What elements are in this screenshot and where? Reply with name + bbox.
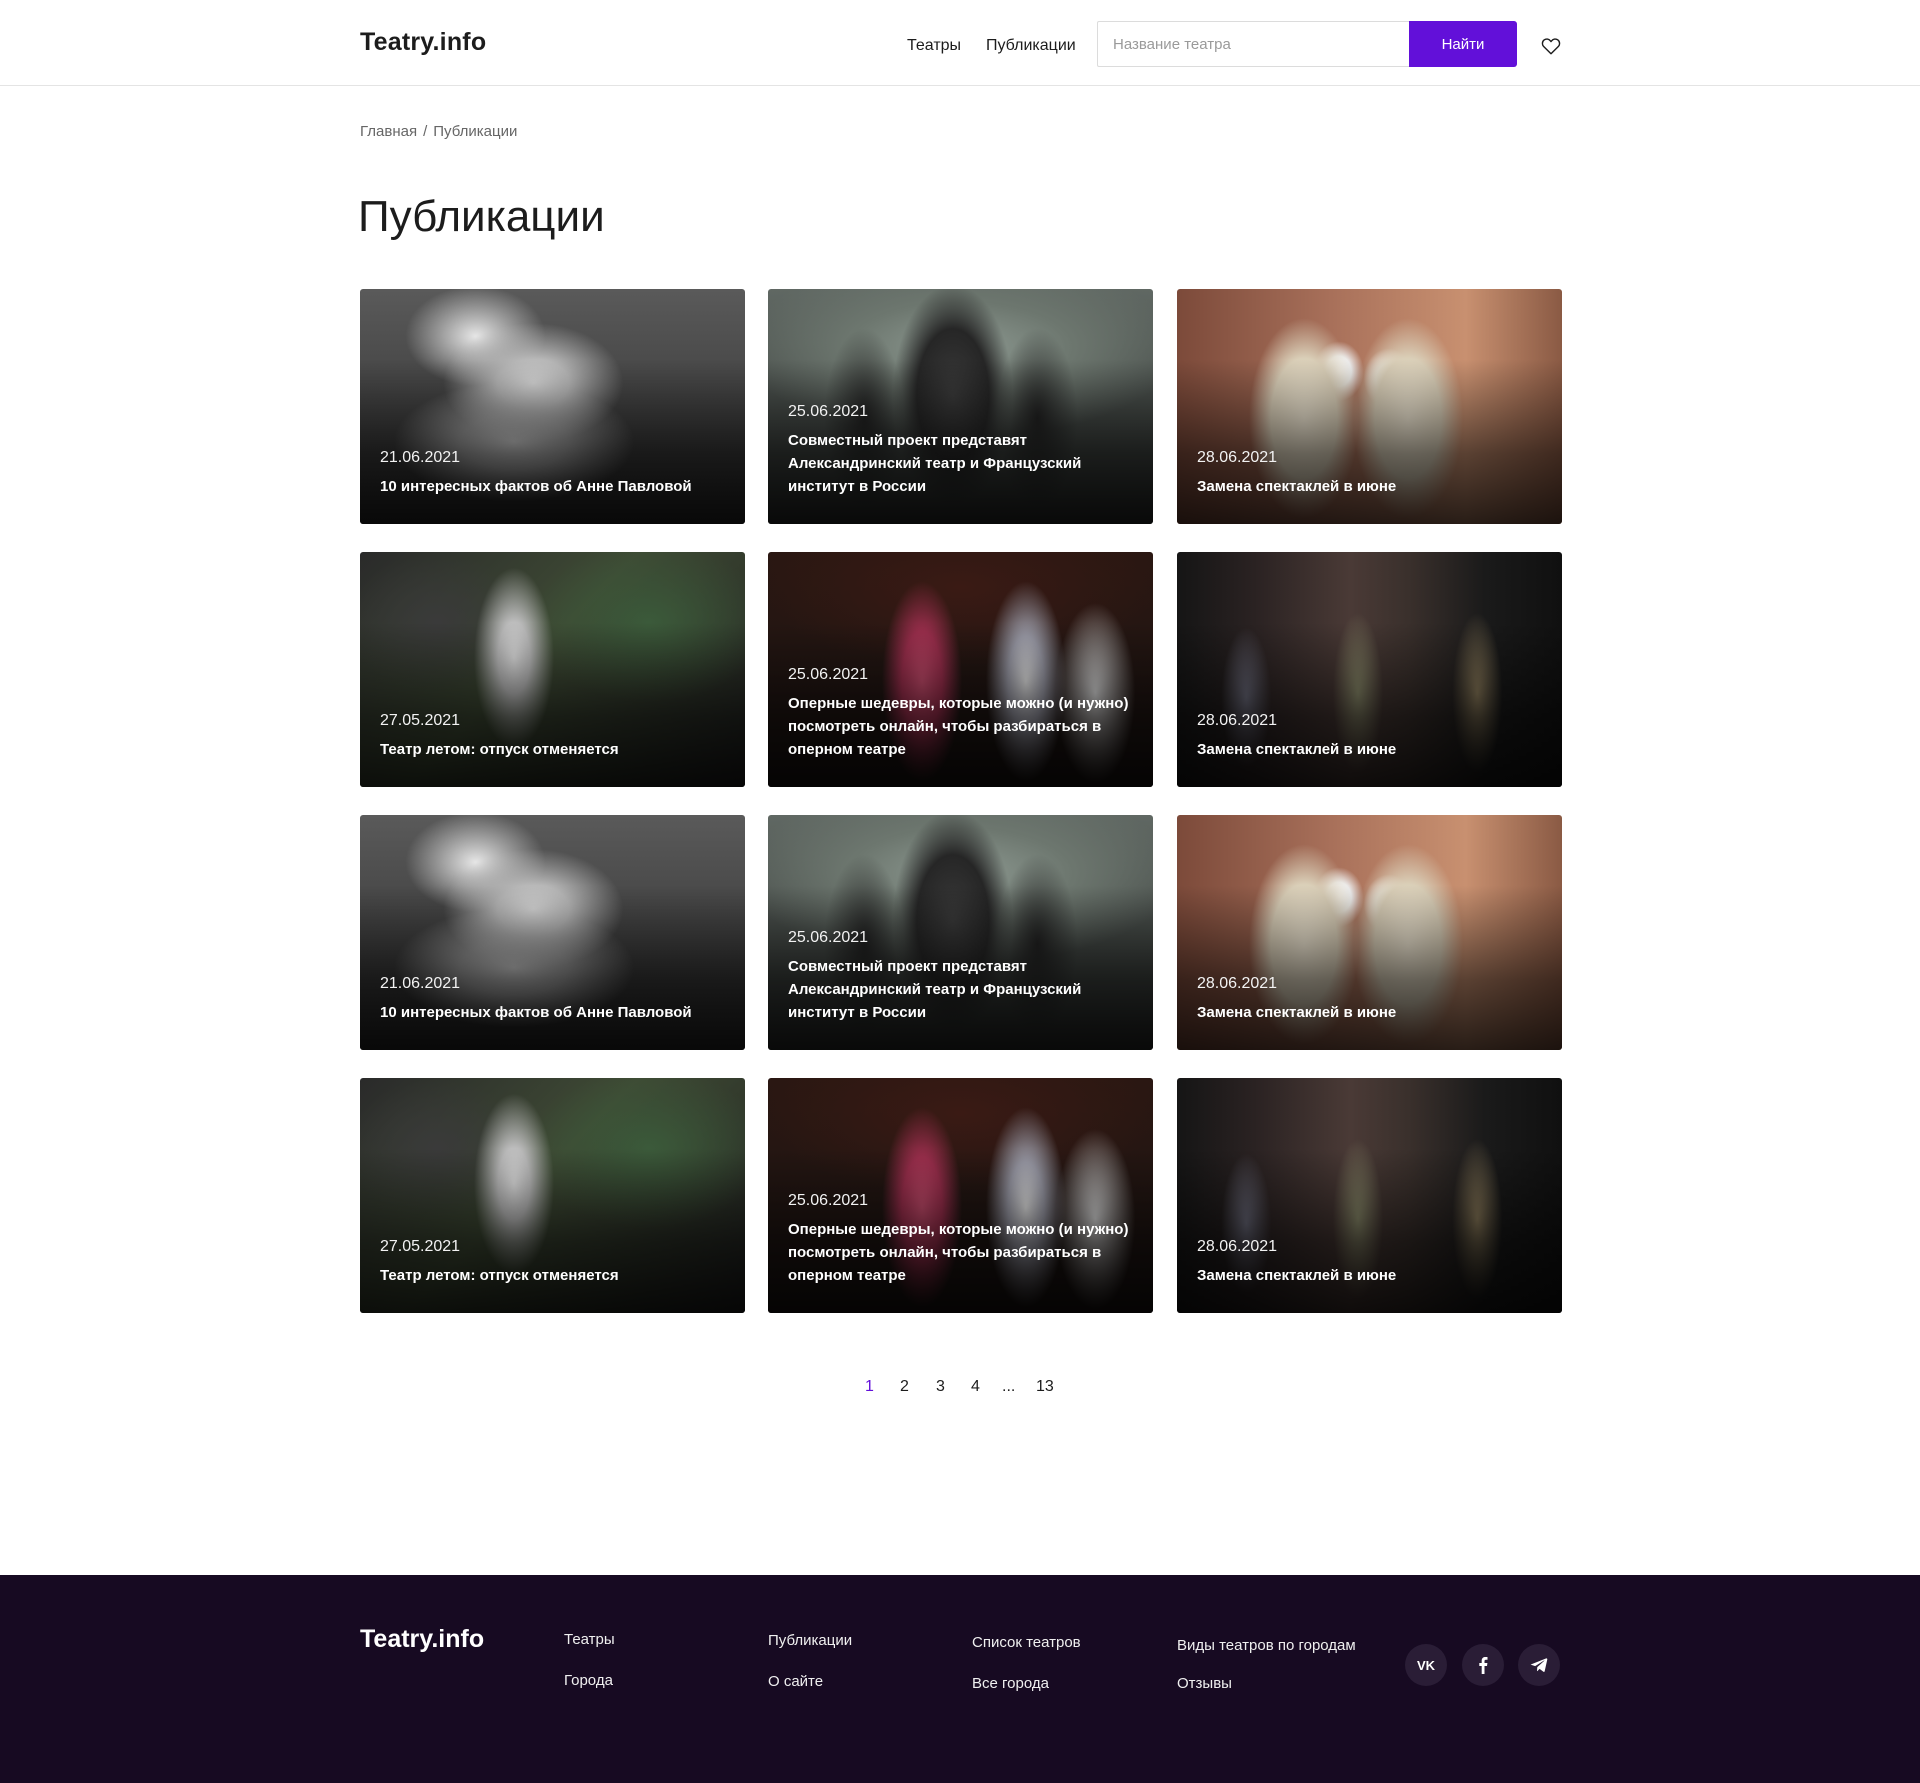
breadcrumb: Главная / Публикации: [360, 123, 517, 140]
footer-link-cities[interactable]: Города: [564, 1672, 613, 1689]
search-input[interactable]: [1097, 21, 1410, 67]
card-date: 27.05.2021: [380, 1238, 461, 1255]
publication-card[interactable]: 28.06.2021 Замена спектаклей в июне: [1177, 552, 1562, 787]
card-title: Замена спектаклей в июне: [1197, 1267, 1397, 1284]
publication-card[interactable]: 28.06.2021 Замена спектаклей в июне: [1177, 1078, 1562, 1313]
card-date: 28.06.2021: [1197, 1238, 1278, 1255]
footer-link-all-cities[interactable]: Все города: [972, 1675, 1049, 1692]
page-title: Публикации: [358, 192, 605, 241]
publication-card[interactable]: 25.06.2021 Оперные шедевры, которые можно…: [768, 1078, 1153, 1313]
nav-link-publications[interactable]: Публикации: [986, 37, 1076, 55]
publication-card[interactable]: 27.05.2021 Театр летом: отпуск отменяется: [360, 552, 745, 787]
footer-link-theatre-types[interactable]: Виды театров по городам: [1177, 1637, 1356, 1654]
card-title: Совместный проект представят Александрин…: [788, 432, 1082, 495]
card-title: Замена спектаклей в июне: [1197, 1004, 1397, 1021]
footer-link-about[interactable]: О сайте: [768, 1673, 823, 1690]
footer-link-theatres[interactable]: Театры: [564, 1631, 615, 1648]
card-date: 25.06.2021: [788, 929, 869, 946]
footer-link-theatre-list[interactable]: Список театров: [972, 1634, 1081, 1651]
publication-card[interactable]: 21.06.2021 10 интересных фактов об Анне П…: [360, 289, 745, 524]
telegram-icon[interactable]: [1518, 1644, 1560, 1686]
publication-card[interactable]: 28.06.2021 Замена спектаклей в июне: [1177, 815, 1562, 1050]
pagination-page-2[interactable]: 2: [900, 1378, 909, 1396]
search-button[interactable]: Найти: [1409, 21, 1517, 67]
card-title: Театр летом: отпуск отменяется: [380, 1267, 619, 1284]
pagination-page-3[interactable]: 3: [936, 1378, 945, 1396]
card-title: 10 интересных фактов об Анне Павловой: [380, 1004, 692, 1021]
publication-card[interactable]: 25.06.2021 Совместный проект представят А…: [768, 289, 1153, 524]
card-title: 10 интересных фактов об Анне Павловой: [380, 478, 692, 495]
nav-link-theatres[interactable]: Театры: [907, 37, 961, 55]
card-date: 28.06.2021: [1197, 449, 1278, 466]
card-date: 21.06.2021: [380, 449, 461, 466]
site-logo[interactable]: Teatry.info: [360, 28, 486, 57]
pagination-page-13[interactable]: 13: [1036, 1378, 1054, 1396]
card-title: Оперные шедевры, которые можно (и нужно)…: [788, 695, 1129, 758]
pagination-ellipsis: ...: [1002, 1378, 1016, 1395]
card-date: 28.06.2021: [1197, 975, 1278, 992]
card-date: 28.06.2021: [1197, 712, 1278, 729]
card-date: 27.05.2021: [380, 712, 461, 729]
card-title: Замена спектаклей в июне: [1197, 478, 1397, 495]
card-title: Театр летом: отпуск отменяется: [380, 741, 619, 758]
footer-link-publications[interactable]: Публикации: [768, 1632, 852, 1649]
publication-card[interactable]: 21.06.2021 10 интересных фактов об Анне П…: [360, 815, 745, 1050]
footer-link-reviews[interactable]: Отзывы: [1177, 1675, 1232, 1692]
site-footer: Teatry.info Театры Города Публикации О с…: [0, 1575, 1920, 1783]
footer-logo[interactable]: Teatry.info: [360, 1625, 484, 1654]
breadcrumb-separator: /: [423, 123, 428, 140]
card-title: Оперные шедевры, которые можно (и нужно)…: [788, 1221, 1129, 1284]
publication-card[interactable]: 25.06.2021 Совместный проект представят А…: [768, 815, 1153, 1050]
breadcrumb-current: Публикации: [433, 123, 518, 140]
facebook-icon[interactable]: [1462, 1644, 1504, 1686]
site-header: Teatry.info Театры Публикации Найти: [0, 0, 1920, 86]
card-title: Совместный проект представят Александрин…: [788, 958, 1082, 1021]
card-title: Замена спектаклей в июне: [1197, 741, 1397, 758]
card-date: 25.06.2021: [788, 666, 869, 683]
publication-card[interactable]: 25.06.2021 Оперные шедевры, которые можно…: [768, 552, 1153, 787]
pagination-page-1[interactable]: 1: [865, 1378, 874, 1396]
card-date: 21.06.2021: [380, 975, 461, 992]
pagination-page-4[interactable]: 4: [971, 1378, 980, 1396]
vk-icon[interactable]: VK: [1405, 1644, 1447, 1686]
publication-card[interactable]: 27.05.2021 Театр летом: отпуск отменяется: [360, 1078, 745, 1313]
publication-card[interactable]: 28.06.2021 Замена спектаклей в июне: [1177, 289, 1562, 524]
breadcrumb-home[interactable]: Главная: [360, 123, 417, 140]
card-date: 25.06.2021: [788, 403, 869, 420]
card-date: 25.06.2021: [788, 1192, 869, 1209]
heart-icon[interactable]: [1541, 37, 1561, 55]
